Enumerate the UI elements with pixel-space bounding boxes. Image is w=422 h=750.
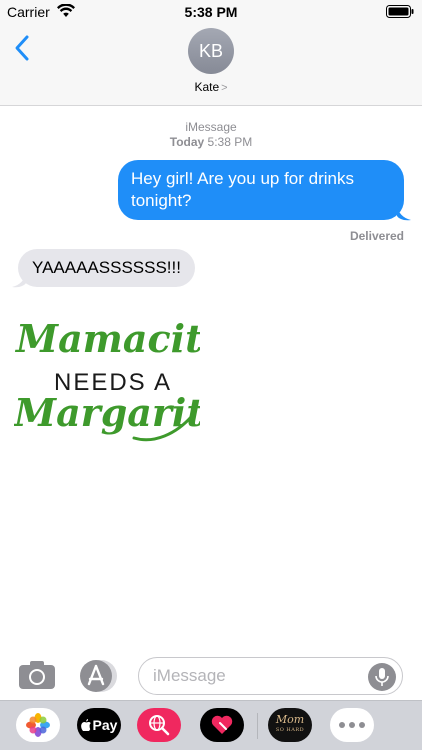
apple-pay-app-icon[interactable]: Pay xyxy=(77,708,121,742)
contact-name: Kate xyxy=(194,80,220,94)
camera-icon[interactable] xyxy=(18,660,56,690)
photos-icon xyxy=(26,713,50,737)
mamacita-margarita-sticker[interactable]: Mamacita NEEDS A Margarita xyxy=(14,312,200,452)
mom-app-sublabel: SO HARD xyxy=(275,727,305,733)
app-drawer-divider xyxy=(257,713,258,739)
incoming-message-bubble[interactable]: YAAAAASSSSSS!!! xyxy=(18,249,195,287)
contact-avatar[interactable]: KB xyxy=(188,28,234,74)
sticker-line-1: Mamacita xyxy=(14,316,200,361)
microphone-icon[interactable] xyxy=(368,663,396,691)
outgoing-message-bubble[interactable]: Hey girl! Are you up for drinks tonight? xyxy=(118,160,404,220)
conversation-header: Carrier 5:38 PM KB Kate > xyxy=(0,0,422,106)
mom-app-label: Mom xyxy=(275,713,305,726)
message-composer xyxy=(0,650,422,700)
message-timestamp: Today 5:38 PM xyxy=(0,135,422,149)
globe-search-icon xyxy=(149,715,170,736)
chevron-right-icon: > xyxy=(221,82,228,94)
status-bar: Carrier 5:38 PM xyxy=(0,0,422,24)
service-label: iMessage xyxy=(185,120,237,134)
hearts-app-icon[interactable] xyxy=(200,708,244,742)
image-search-app-icon[interactable] xyxy=(137,708,181,742)
apple-logo-icon xyxy=(80,719,91,731)
outgoing-bubble-tail xyxy=(397,205,411,221)
sticker-line-3: Margarita xyxy=(14,390,200,435)
back-chevron-icon[interactable] xyxy=(12,34,36,62)
avatar-initials: KB xyxy=(198,40,223,61)
heart-icon xyxy=(211,715,233,734)
battery-icon xyxy=(386,5,414,18)
contact-name-button[interactable]: Kate > xyxy=(0,80,422,94)
timestamp-time: 5:38 PM xyxy=(207,135,253,149)
mom-sticker-app-icon[interactable]: Mom SO HARD xyxy=(268,708,312,742)
app-store-icon[interactable] xyxy=(78,659,118,693)
app-drawer: Pay Mom SO HARD xyxy=(0,700,422,750)
timestamp-day: Today xyxy=(169,135,205,149)
delivery-status: Delivered xyxy=(349,229,404,243)
apple-pay-label: Pay xyxy=(92,717,118,733)
message-input[interactable] xyxy=(138,657,403,695)
status-time: 5:38 PM xyxy=(184,4,238,20)
photos-app-icon[interactable] xyxy=(16,708,60,742)
more-apps-icon[interactable] xyxy=(330,708,374,742)
